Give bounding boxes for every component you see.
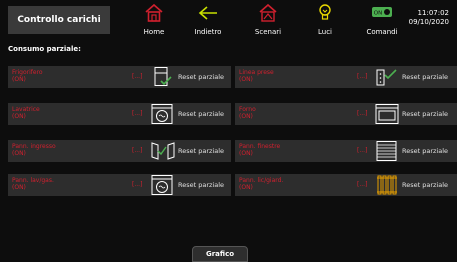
load-control-screen: Controllo carichi Home Indietro Scenari bbox=[0, 0, 457, 262]
reset-partial-button[interactable]: Reset parziale bbox=[402, 73, 448, 81]
toggle-on-text: ON bbox=[374, 11, 382, 17]
back-label: Indietro bbox=[194, 28, 222, 36]
commands-label: Comandi bbox=[366, 28, 398, 36]
reset-partial-button[interactable]: Reset parziale bbox=[178, 147, 224, 155]
load-row-pann-lav-gas: Pann. lav/gas. (ON) [...] Reset parziale bbox=[8, 174, 231, 196]
load-name: Frigorifero bbox=[12, 69, 43, 76]
radiator-icon bbox=[374, 175, 400, 199]
home-icon bbox=[145, 3, 163, 22]
reset-partial-button[interactable]: Reset parziale bbox=[178, 110, 224, 118]
home-label: Home bbox=[143, 28, 165, 36]
commands-button[interactable]: ON Comandi bbox=[356, 2, 408, 38]
load-row-pann-lic-giard: Pann. lic/giard. (ON) [...] Reset parzial… bbox=[235, 174, 457, 196]
load-value: [...] bbox=[357, 147, 368, 154]
load-value: [...] bbox=[132, 73, 143, 80]
washing-machine-icon bbox=[150, 175, 176, 199]
load-state: (ON) bbox=[239, 184, 253, 191]
entrance-door-icon bbox=[150, 141, 176, 165]
load-row-pann-ingresso: Pann. ingresso (ON) [...] Reset parziale bbox=[8, 140, 231, 162]
load-name: Lavatrice bbox=[12, 106, 40, 113]
load-row-frigorifero: Frigorifero (ON) [...] Reset parziale bbox=[8, 66, 231, 88]
load-row-linea-prese: Linea prese (ON) [...] Reset parziale bbox=[235, 66, 457, 88]
load-state: (ON) bbox=[239, 76, 253, 83]
load-state: (ON) bbox=[12, 150, 26, 157]
load-state: (ON) bbox=[239, 113, 253, 120]
scenarios-label: Scenari bbox=[254, 28, 282, 36]
load-state: (ON) bbox=[239, 150, 253, 157]
load-name: Linea prese bbox=[239, 69, 274, 76]
load-state: (ON) bbox=[12, 76, 26, 83]
chart-button[interactable]: Grafico bbox=[192, 246, 248, 262]
load-state: (ON) bbox=[12, 184, 26, 191]
time-text: 11:07:02 bbox=[417, 9, 449, 17]
light-bulb-icon bbox=[319, 4, 331, 20]
load-row-lavatrice: Lavatrice (ON) [...] Reset parziale bbox=[8, 103, 231, 125]
reset-partial-button[interactable]: Reset parziale bbox=[178, 73, 224, 81]
top-bar: Controllo carichi Home Indietro Scenari bbox=[0, 0, 457, 40]
load-name: Pann. ingresso bbox=[12, 143, 56, 150]
lights-label: Luci bbox=[317, 28, 332, 36]
load-name: Pann. lic/giard. bbox=[239, 177, 284, 184]
scenarios-button[interactable]: Scenari bbox=[242, 2, 294, 38]
socket-line-icon bbox=[374, 67, 400, 91]
load-name: Pann. lav/gas. bbox=[12, 177, 54, 184]
reset-partial-button[interactable]: Reset parziale bbox=[402, 181, 448, 189]
load-value: [...] bbox=[132, 147, 143, 154]
load-value: [...] bbox=[357, 73, 368, 80]
reset-partial-button[interactable]: Reset parziale bbox=[402, 147, 448, 155]
clock: 11:07:02 09/10/2020 bbox=[409, 9, 449, 27]
page-title: Controllo carichi bbox=[8, 6, 110, 34]
load-row-forno: Forno (ON) [...] Reset parziale bbox=[235, 103, 457, 125]
lights-button[interactable]: Luci bbox=[299, 2, 351, 38]
scenarios-icon bbox=[259, 3, 277, 22]
toggle-switch-icon: ON bbox=[372, 7, 392, 17]
fridge-icon bbox=[150, 67, 176, 91]
date-text: 09/10/2020 bbox=[408, 18, 449, 26]
load-value: [...] bbox=[357, 181, 368, 188]
load-row-pann-finestre: Pann. finestre (ON) [...] Reset parziale bbox=[235, 140, 457, 162]
load-value: [...] bbox=[357, 110, 368, 117]
load-value: [...] bbox=[132, 181, 143, 188]
back-button[interactable]: Indietro bbox=[182, 2, 234, 38]
load-state: (ON) bbox=[12, 113, 26, 120]
home-button[interactable]: Home bbox=[128, 2, 180, 38]
window-shutter-icon bbox=[374, 141, 400, 165]
section-label: Consumo parziale: bbox=[8, 45, 81, 53]
load-value: [...] bbox=[132, 110, 143, 117]
oven-icon bbox=[374, 104, 400, 128]
reset-partial-button[interactable]: Reset parziale bbox=[402, 110, 448, 118]
load-name: Pann. finestre bbox=[239, 143, 281, 150]
back-arrow-icon bbox=[198, 6, 217, 20]
washing-machine-icon bbox=[150, 104, 176, 128]
reset-partial-button[interactable]: Reset parziale bbox=[178, 181, 224, 189]
load-name: Forno bbox=[239, 106, 256, 113]
